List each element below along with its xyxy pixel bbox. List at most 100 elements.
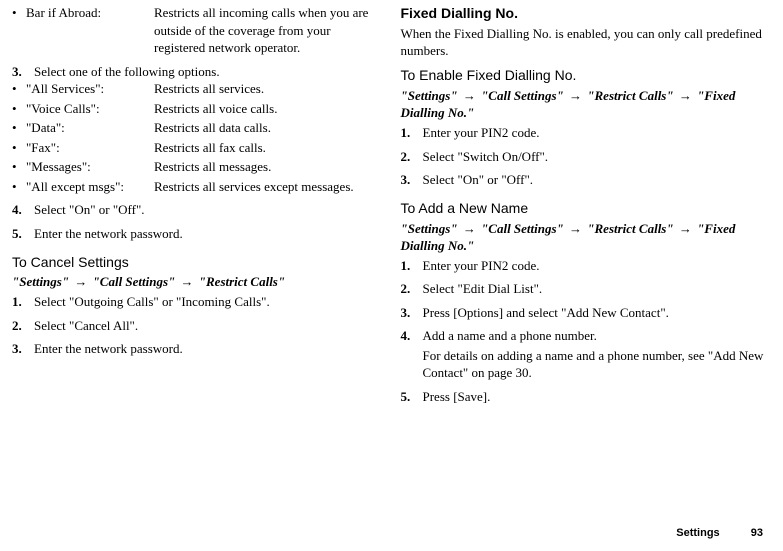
- step-5: 5. Enter the network password.: [12, 225, 383, 243]
- page-footer: Settings 93: [676, 526, 763, 541]
- step-number: 5.: [401, 388, 423, 406]
- term-label: "All except msgs":: [26, 178, 154, 196]
- step-text: Enter the network password.: [34, 340, 383, 358]
- arrow-icon: →: [677, 221, 694, 236]
- add-step-4: 4. Add a name and a phone number. For de…: [401, 327, 772, 382]
- cancel-step-2: 2. Select "Cancel All".: [12, 317, 383, 335]
- step-text: Enter the network password.: [34, 225, 383, 243]
- arrow-icon: →: [567, 88, 584, 103]
- step-number: 5.: [12, 225, 34, 243]
- bullet-mark: •: [12, 139, 26, 157]
- term-label: "Data":: [26, 119, 154, 137]
- right-column: Fixed Dialling No. When the Fixed Dialli…: [401, 4, 772, 405]
- step-text: Press [Save].: [423, 388, 772, 406]
- option-messages: • "Messages": Restricts all messages.: [12, 158, 383, 176]
- arrow-icon: →: [72, 274, 89, 289]
- nav-path-cancel: "Settings" → "Call Settings" → "Restrict…: [12, 273, 383, 291]
- term-desc: Restricts all services.: [154, 80, 383, 98]
- arrow-icon: →: [461, 88, 478, 103]
- heading-cancel-settings: To Cancel Settings: [12, 253, 383, 272]
- term-desc: Restricts all incoming calls when you ar…: [154, 4, 383, 57]
- term-desc: Restricts all fax calls.: [154, 139, 383, 157]
- step-text: Add a name and a phone number. For detai…: [423, 327, 772, 382]
- term-desc: Restricts all data calls.: [154, 119, 383, 137]
- heading-fixed-dialling: Fixed Dialling No.: [401, 4, 772, 23]
- add-step-5: 5. Press [Save].: [401, 388, 772, 406]
- step-text: Enter your PIN2 code.: [423, 257, 772, 275]
- step-4: 4. Select "On" or "Off".: [12, 201, 383, 219]
- heading-enable-fixed: To Enable Fixed Dialling No.: [401, 66, 772, 85]
- page-content: • Bar if Abroad: Restricts all incoming …: [0, 0, 783, 405]
- cancel-step-1: 1. Select "Outgoing Calls" or "Incoming …: [12, 293, 383, 311]
- term-desc: Restricts all services except messages.: [154, 178, 383, 196]
- term-desc: Restricts all voice calls.: [154, 100, 383, 118]
- add-step-2: 2. Select "Edit Dial List".: [401, 280, 772, 298]
- nav-part: "Restrict Calls": [587, 88, 673, 103]
- nav-part: "Restrict Calls": [199, 274, 285, 289]
- step-text: Select "On" or "Off".: [423, 171, 772, 189]
- step-number: 1.: [401, 257, 423, 275]
- nav-part: "Restrict Calls": [587, 221, 673, 236]
- step-number: 1.: [401, 124, 423, 142]
- bullet-mark: •: [12, 158, 26, 176]
- option-data: • "Data": Restricts all data calls.: [12, 119, 383, 137]
- step-3: 3. Select one of the following options.: [12, 63, 383, 81]
- step-number: 1.: [12, 293, 34, 311]
- step-text: Select one of the following options.: [34, 63, 383, 81]
- option-voice-calls: • "Voice Calls": Restricts all voice cal…: [12, 100, 383, 118]
- step-number: 2.: [401, 280, 423, 298]
- bullet-mark: •: [12, 80, 26, 98]
- term-desc: Restricts all messages.: [154, 158, 383, 176]
- step-text: Select "Switch On/Off".: [423, 148, 772, 166]
- nav-path-enable: "Settings" → "Call Settings" → "Restrict…: [401, 87, 772, 122]
- step-number: 3.: [401, 304, 423, 322]
- bullet-mark: •: [12, 119, 26, 137]
- bullet-mark: •: [12, 4, 26, 22]
- nav-part: "Settings": [12, 274, 69, 289]
- term-label: "Messages":: [26, 158, 154, 176]
- fixed-intro-text: When the Fixed Dialling No. is enabled, …: [401, 25, 772, 60]
- step-text: Press [Options] and select "Add New Cont…: [423, 304, 772, 322]
- step-number: 4.: [12, 201, 34, 219]
- step-extra-note: For details on adding a name and a phone…: [423, 347, 772, 382]
- cancel-step-3: 3. Enter the network password.: [12, 340, 383, 358]
- option-all-services: • "All Services": Restricts all services…: [12, 80, 383, 98]
- step-text-main: Add a name and a phone number.: [423, 328, 597, 343]
- arrow-icon: →: [567, 221, 584, 236]
- step-number: 3.: [401, 171, 423, 189]
- term-label: Bar if Abroad:: [26, 4, 154, 22]
- left-column: • Bar if Abroad: Restricts all incoming …: [12, 4, 383, 405]
- step-number: 4.: [401, 327, 423, 345]
- add-step-1: 1. Enter your PIN2 code.: [401, 257, 772, 275]
- nav-part: "Settings": [401, 221, 458, 236]
- enable-step-2: 2. Select "Switch On/Off".: [401, 148, 772, 166]
- step-text: Select "Edit Dial List".: [423, 280, 772, 298]
- option-all-except-msgs: • "All except msgs": Restricts all servi…: [12, 178, 383, 196]
- step-text: Enter your PIN2 code.: [423, 124, 772, 142]
- bullet-mark: •: [12, 178, 26, 196]
- step-number: 3.: [12, 340, 34, 358]
- arrow-icon: →: [677, 88, 694, 103]
- arrow-icon: →: [461, 221, 478, 236]
- bullet-mark: •: [12, 100, 26, 118]
- footer-page-number: 93: [751, 527, 763, 539]
- step-text: Select "Cancel All".: [34, 317, 383, 335]
- arrow-icon: →: [179, 274, 196, 289]
- footer-section-label: Settings: [676, 527, 719, 539]
- step-number: 2.: [401, 148, 423, 166]
- step-text: Select "On" or "Off".: [34, 201, 383, 219]
- step-text: Select "Outgoing Calls" or "Incoming Cal…: [34, 293, 383, 311]
- term-label: "All Services":: [26, 80, 154, 98]
- enable-step-3: 3. Select "On" or "Off".: [401, 171, 772, 189]
- nav-part: "Call Settings": [481, 221, 564, 236]
- step-number: 3.: [12, 63, 34, 81]
- enable-step-1: 1. Enter your PIN2 code.: [401, 124, 772, 142]
- nav-part: "Call Settings": [481, 88, 564, 103]
- add-step-3: 3. Press [Options] and select "Add New C…: [401, 304, 772, 322]
- term-label: "Voice Calls":: [26, 100, 154, 118]
- option-fax: • "Fax": Restricts all fax calls.: [12, 139, 383, 157]
- heading-add-name: To Add a New Name: [401, 199, 772, 218]
- nav-part: "Call Settings": [93, 274, 176, 289]
- nav-part: "Settings": [401, 88, 458, 103]
- bullet-bar-if-abroad: • Bar if Abroad: Restricts all incoming …: [12, 4, 383, 57]
